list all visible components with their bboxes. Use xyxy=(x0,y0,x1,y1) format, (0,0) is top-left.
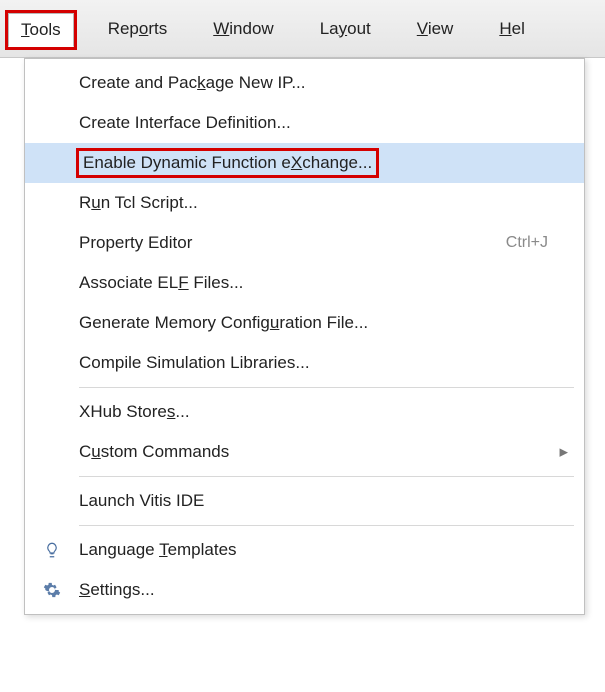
menu-item-xhub-stores[interactable]: XHub Stores... xyxy=(25,392,584,432)
menu-label: Settings... xyxy=(79,580,536,600)
menu-separator xyxy=(79,387,574,388)
menu-accel: Ctrl+J xyxy=(494,234,548,252)
gear-icon xyxy=(25,581,79,599)
menu-label: Enable Dynamic Function eXchange... xyxy=(79,151,536,175)
menu-item-create-ip[interactable]: Create and Package New IP... xyxy=(25,63,584,103)
submenu-arrow-icon: ▸ xyxy=(548,442,568,462)
menu-label: Custom Commands xyxy=(79,442,536,462)
menu-separator xyxy=(79,476,574,477)
menu-item-enable-dfx[interactable]: Enable Dynamic Function eXchange... xyxy=(25,143,584,183)
menu-item-create-interface[interactable]: Create Interface Definition... xyxy=(25,103,584,143)
menu-item-language-templates[interactable]: Language Templates xyxy=(25,530,584,570)
menu-label: Run Tcl Script... xyxy=(79,193,536,213)
menu-label: Property Editor xyxy=(79,233,494,253)
menubar-item-reports[interactable]: Reports xyxy=(96,13,180,45)
menu-label: Launch Vitis IDE xyxy=(79,491,536,511)
menu-item-run-tcl[interactable]: Run Tcl Script... xyxy=(25,183,584,223)
menubar-label: Reports xyxy=(108,19,168,38)
menu-item-property-editor[interactable]: Property Editor Ctrl+J xyxy=(25,223,584,263)
menu-item-launch-vitis[interactable]: Launch Vitis IDE xyxy=(25,481,584,521)
menubar: Tools Reports Window Layout View Hel xyxy=(0,0,605,58)
menu-item-associate-elf[interactable]: Associate ELF Files... xyxy=(25,263,584,303)
menubar-item-layout[interactable]: Layout xyxy=(308,13,383,45)
menu-label: Create and Package New IP... xyxy=(79,73,536,93)
menu-label: Compile Simulation Libraries... xyxy=(79,353,536,373)
menu-item-settings[interactable]: Settings... xyxy=(25,570,584,610)
menubar-label: Window xyxy=(213,19,273,38)
menu-label: Create Interface Definition... xyxy=(79,113,536,133)
menu-item-generate-memcfg[interactable]: Generate Memory Configuration File... xyxy=(25,303,584,343)
tools-dropdown: Create and Package New IP... Create Inte… xyxy=(24,58,585,615)
bulb-icon xyxy=(25,541,79,559)
menu-label: Generate Memory Configuration File... xyxy=(79,313,536,333)
menubar-item-view[interactable]: View xyxy=(405,13,466,45)
menubar-label: Tools xyxy=(21,20,61,39)
menubar-label: Layout xyxy=(320,19,371,38)
menubar-item-window[interactable]: Window xyxy=(201,13,285,45)
menu-separator xyxy=(79,525,574,526)
menubar-item-tools[interactable]: Tools xyxy=(8,13,74,47)
menubar-label: View xyxy=(417,19,454,38)
menubar-item-help[interactable]: Hel xyxy=(487,13,537,45)
menu-label: XHub Stores... xyxy=(79,402,536,422)
menu-label: Language Templates xyxy=(79,540,536,560)
menu-item-compile-sim[interactable]: Compile Simulation Libraries... xyxy=(25,343,584,383)
menu-label: Associate ELF Files... xyxy=(79,273,536,293)
menubar-label: Hel xyxy=(499,19,525,38)
menu-item-custom-commands[interactable]: Custom Commands ▸ xyxy=(25,432,584,472)
